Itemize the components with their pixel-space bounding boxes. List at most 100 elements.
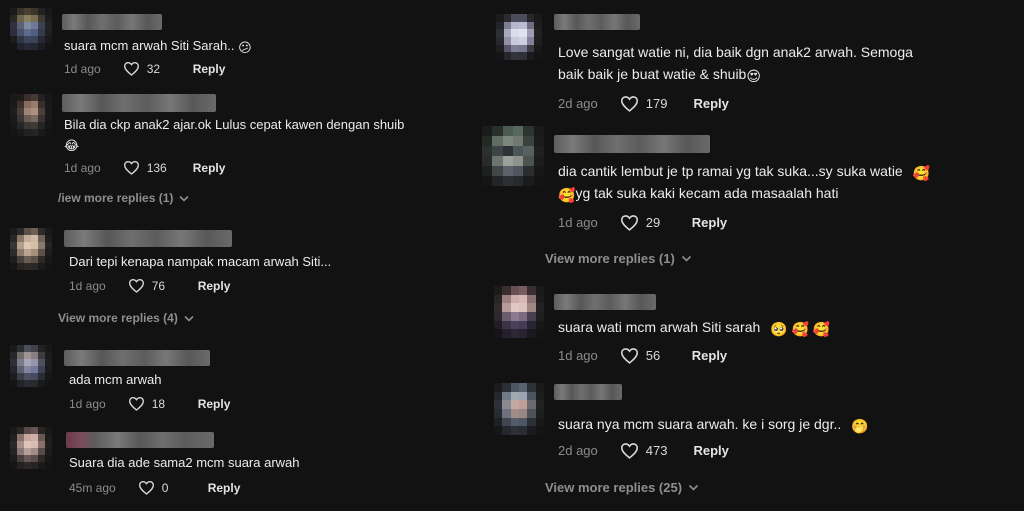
view-more-replies-label: View more replies (1): [545, 251, 675, 266]
chevron-down-icon: [184, 315, 194, 322]
like-count: 18: [151, 396, 166, 411]
like-button[interactable]: 56: [620, 347, 692, 364]
avatar[interactable]: [10, 8, 52, 50]
comment-text: dia cantik lembut je tp ramai yg tak suk…: [558, 160, 930, 184]
username-blurred[interactable]: [64, 350, 210, 366]
heart-icon: [620, 348, 638, 364]
avatar[interactable]: [496, 14, 542, 60]
reply-button[interactable]: Reply: [208, 481, 241, 495]
like-count: 76: [151, 278, 166, 293]
like-count: 179: [645, 96, 668, 111]
view-more-replies-label: /iew more replies (1): [58, 191, 174, 205]
view-more-replies[interactable]: View more replies (1): [545, 251, 692, 266]
comment-age: 1d ago: [64, 61, 101, 76]
comment-meta: 1d ago 136 Reply: [64, 160, 225, 175]
comment-text-content: baik baik je buat watie & shuib: [558, 66, 747, 82]
like-count: 473: [645, 443, 668, 458]
comment-meta: 45m ago 0 Reply: [69, 480, 240, 495]
comment-age: 2d ago: [558, 443, 598, 458]
view-more-replies[interactable]: /iew more replies (1): [58, 191, 189, 205]
heart-icon: [123, 161, 139, 175]
comment-text: suara wati mcm arwah Siti sarah 🥺 🥰 🥰: [558, 316, 830, 340]
username-blurred[interactable]: [66, 432, 214, 448]
like-button[interactable]: 32: [123, 61, 193, 76]
comment-age: 1d ago: [69, 278, 106, 293]
reply-button[interactable]: Reply: [692, 215, 727, 230]
avatar[interactable]: [494, 383, 544, 435]
comment-text: suara mcm arwah Siti Sarah.. 😕: [64, 36, 252, 58]
emoji-icon: 😂: [64, 138, 80, 153]
like-button[interactable]: 29: [620, 214, 692, 231]
like-button[interactable]: 18: [128, 396, 198, 411]
heart-icon: [620, 96, 638, 112]
heart-icon: [620, 215, 638, 231]
comment-text-content: suara mcm arwah Siti Sarah..: [64, 38, 235, 53]
view-more-replies[interactable]: View more replies (4): [58, 311, 194, 325]
avatar[interactable]: [482, 126, 544, 186]
like-button[interactable]: 473: [620, 442, 694, 459]
emoji-icon: 🥰: [912, 165, 931, 181]
avatar[interactable]: [10, 94, 52, 136]
emoji-icon: 🤭: [851, 418, 869, 434]
comment-age: 1d ago: [69, 396, 106, 411]
reply-button[interactable]: Reply: [693, 443, 728, 458]
chevron-down-icon: [681, 255, 691, 262]
username-blurred[interactable]: [64, 230, 232, 247]
reply-button[interactable]: Reply: [193, 62, 226, 76]
like-count: 32: [146, 61, 161, 76]
comment-text-content: suara wati mcm arwah Siti sarah: [558, 319, 761, 335]
like-count: 136: [146, 160, 167, 175]
comment-text: Bila dia ckp anak2 ajar.ok Lulus cepat k…: [64, 117, 405, 132]
comment-meta: 1d ago 29 Reply: [558, 214, 727, 231]
like-button[interactable]: 0: [138, 480, 208, 495]
comment-meta: 2d ago 473 Reply: [558, 442, 729, 459]
username-blurred[interactable]: [554, 135, 710, 153]
comment-text-line2: 😂: [64, 134, 79, 156]
comment-text: suara nya mcm suara arwah. ke i sorg je …: [558, 413, 869, 437]
like-button[interactable]: 179: [620, 95, 694, 112]
left-comment-column: suara mcm arwah Siti Sarah.. 😕 1d ago 32…: [0, 0, 492, 511]
reply-button[interactable]: Reply: [193, 161, 226, 175]
comment-meta: 2d ago 179 Reply: [558, 95, 729, 112]
comment-meta: 1d ago 76 Reply: [69, 278, 230, 293]
heart-icon: [128, 279, 144, 293]
emoji-icon: 😍: [746, 68, 761, 84]
comment-text-line2: baik baik je buat watie & shuib😍: [558, 63, 761, 87]
reply-button[interactable]: Reply: [198, 397, 231, 411]
comment-age: 2d ago: [558, 96, 598, 111]
comment-text: ada mcm arwah: [69, 372, 162, 387]
comment-text-content: suara nya mcm suara arwah. ke i sorg je …: [558, 416, 842, 432]
chevron-down-icon: [179, 195, 189, 202]
emoji-icon: 🥺 🥰 🥰: [770, 321, 831, 337]
heart-icon: [123, 62, 139, 76]
avatar[interactable]: [494, 286, 544, 338]
username-blurred[interactable]: [554, 14, 640, 30]
comment-text-content: dia cantik lembut je tp ramai yg tak suk…: [558, 163, 903, 179]
like-button[interactable]: 136: [123, 160, 193, 175]
username-blurred[interactable]: [62, 94, 216, 112]
comment-age: 1d ago: [64, 160, 101, 175]
comment-text-line2: 🥰yg tak suka kaki kecam ada masaalah hat…: [558, 182, 838, 206]
view-more-replies[interactable]: View more replies (25): [545, 480, 699, 495]
reply-button[interactable]: Reply: [693, 96, 728, 111]
reply-button[interactable]: Reply: [692, 348, 727, 363]
emoji-icon: 😕: [238, 40, 252, 55]
comment-age: 45m ago: [69, 480, 116, 495]
reply-button[interactable]: Reply: [198, 279, 231, 293]
comment-text: Love sangat watie ni, dia baik dgn anak2…: [558, 44, 913, 60]
username-blurred[interactable]: [62, 14, 162, 30]
heart-icon: [138, 481, 154, 495]
like-button[interactable]: 76: [128, 278, 198, 293]
comment-text-content: yg tak suka kaki kecam ada masaalah hati: [575, 185, 839, 201]
username-blurred[interactable]: [554, 384, 622, 400]
avatar[interactable]: [10, 228, 52, 270]
heart-icon: [620, 443, 638, 459]
right-comment-column: Love sangat watie ni, dia baik dgn anak2…: [482, 0, 1024, 511]
avatar[interactable]: [10, 427, 52, 469]
comment-text: Dari tepi kenapa nampak macam arwah Siti…: [69, 254, 332, 269]
like-count: 29: [645, 215, 661, 230]
comment-age: 1d ago: [558, 215, 598, 230]
username-blurred[interactable]: [554, 294, 656, 310]
avatar[interactable]: [10, 345, 52, 387]
like-count: 56: [645, 348, 661, 363]
